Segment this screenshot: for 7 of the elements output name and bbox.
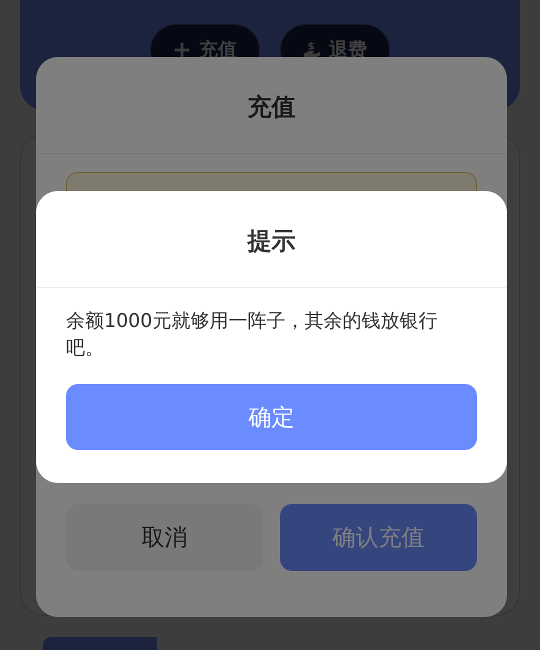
plus-icon [173,41,191,59]
ok-button[interactable]: 确定 [66,384,477,450]
cancel-button[interactable]: 取消 [66,504,263,571]
dialog-title: 提示 [36,191,507,288]
confirm-button[interactable]: 确认充值 [280,504,477,571]
dialog-title: 充值 [36,57,507,154]
alert-message: 余额1000元就够用一阵子，其余的钱放银行吧。 [66,309,438,361]
